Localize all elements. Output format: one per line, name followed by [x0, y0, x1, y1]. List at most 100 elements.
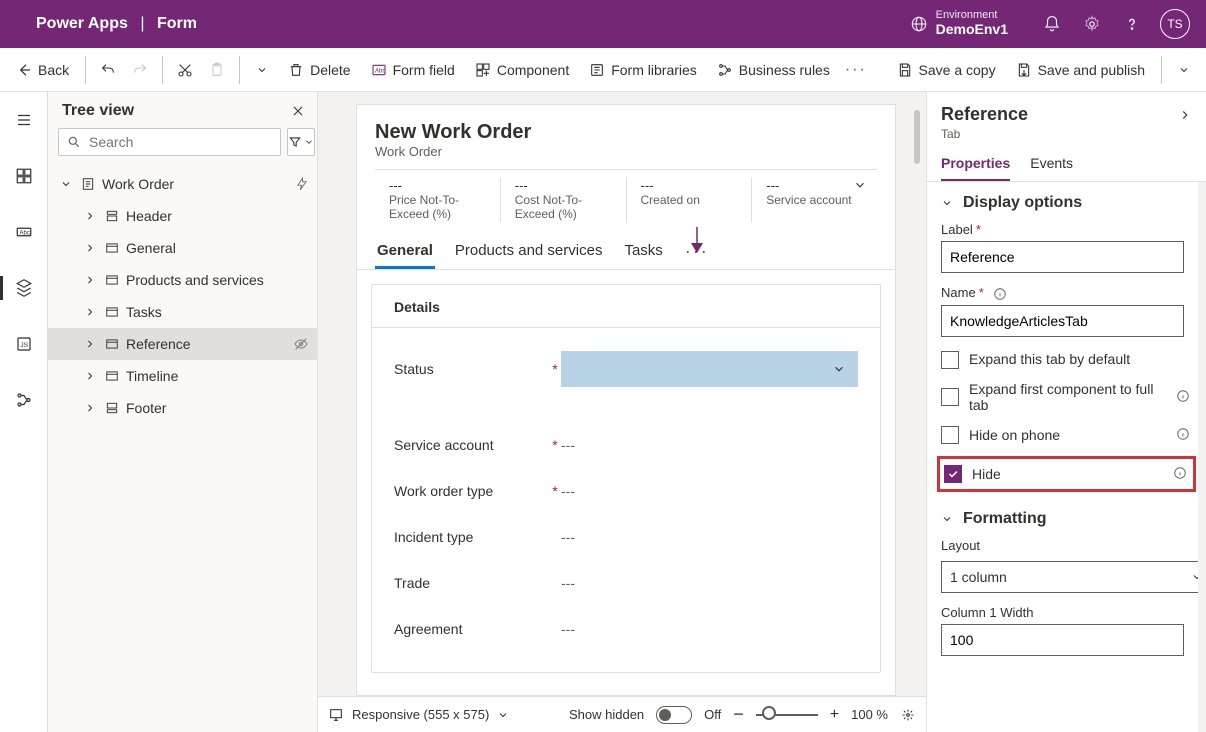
redo-button[interactable]	[126, 56, 154, 84]
delete-button[interactable]: Delete	[280, 58, 358, 82]
filter-button[interactable]	[287, 128, 315, 156]
filter-icon	[288, 135, 302, 149]
show-hidden-toggle[interactable]	[656, 706, 692, 724]
rail-components-icon[interactable]	[0, 156, 48, 196]
avatar-initials: TS	[1167, 17, 1182, 31]
rail-rules-icon[interactable]	[0, 380, 48, 420]
chevron-down-icon[interactable]	[248, 56, 276, 84]
rail-hamburger-icon[interactable]	[0, 100, 48, 140]
avatar[interactable]: TS	[1160, 9, 1190, 39]
back-button[interactable]: Back	[8, 58, 77, 82]
form-subtitle: Work Order	[375, 144, 877, 159]
tab-events[interactable]: Events	[1030, 147, 1073, 181]
search-icon	[67, 135, 81, 149]
layout-select[interactable]: 1 column	[941, 561, 1206, 593]
checkbox-expand-full[interactable]: Expand first component to full tab	[927, 375, 1206, 421]
responsive-picker[interactable]: Responsive (555 x 575)	[328, 707, 509, 723]
globe-icon	[910, 15, 928, 33]
chevron-right-icon	[82, 272, 98, 288]
section-display-options[interactable]: Display options	[927, 182, 1206, 218]
bell-icon[interactable]	[1032, 0, 1072, 48]
checkbox-expand-default[interactable]: Expand this tab by default	[927, 345, 1206, 375]
tab-products[interactable]: Products and services	[453, 234, 605, 269]
chevron-right-icon[interactable]	[1178, 108, 1192, 122]
field-label: Status	[394, 361, 549, 377]
component-button[interactable]: Component	[467, 58, 577, 82]
save-copy-button[interactable]: Save a copy	[889, 58, 1004, 82]
save-chevron-icon[interactable]	[1170, 56, 1198, 84]
rail-js-icon[interactable]: JS	[0, 324, 48, 364]
help-icon[interactable]	[1112, 0, 1152, 48]
name-field-label: Name	[941, 285, 976, 300]
zoom-out-button[interactable]: −	[733, 704, 744, 725]
form-libraries-button[interactable]: Form libraries	[581, 58, 705, 82]
form-field-button[interactable]: Abc Form field	[363, 58, 463, 82]
tree-node-tasks[interactable]: Tasks	[48, 296, 317, 328]
hidden-icon	[293, 336, 309, 352]
field-agreement[interactable]: Agreement ---	[394, 606, 858, 652]
field-service-account[interactable]: Service account * ---	[394, 422, 858, 468]
brand-name: Power Apps	[36, 15, 128, 32]
component-label: Component	[497, 62, 569, 78]
tab-icon	[104, 336, 120, 352]
overflow-icon[interactable]: ···	[842, 56, 870, 84]
zoom-slider[interactable]	[756, 714, 818, 716]
rail-field-icon[interactable]: Abc	[0, 212, 48, 252]
label-input[interactable]	[941, 241, 1184, 273]
tree-node-general[interactable]: General	[48, 232, 317, 264]
field-value: ---	[561, 437, 858, 453]
info-icon[interactable]	[1176, 389, 1192, 405]
label-field-label: Label	[941, 222, 973, 237]
cut-button[interactable]	[171, 56, 199, 84]
field-incident-type[interactable]: Incident type ---	[394, 514, 858, 560]
gear-icon[interactable]	[1072, 0, 1112, 48]
undo-button[interactable]	[94, 56, 122, 84]
waffle-icon[interactable]	[8, 14, 32, 34]
tree-node-products[interactable]: Products and services	[48, 264, 317, 296]
tab-general[interactable]: General	[375, 234, 435, 269]
field-status[interactable]: Status *	[394, 346, 858, 392]
summary-value: ---	[641, 178, 738, 193]
fit-icon[interactable]	[900, 707, 916, 723]
env-label: Environment	[936, 10, 1008, 21]
business-rules-button[interactable]: Business rules	[709, 58, 838, 82]
tree-node-work-order[interactable]: Work Order	[48, 168, 317, 200]
tree-node-reference[interactable]: Reference	[48, 328, 317, 360]
tab-tasks[interactable]: Tasks	[622, 234, 664, 269]
status-dropdown[interactable]	[561, 351, 858, 387]
tab-properties[interactable]: Properties	[941, 147, 1010, 181]
tree-node-timeline[interactable]: Timeline	[48, 360, 317, 392]
back-label: Back	[38, 62, 69, 78]
field-work-order-type[interactable]: Work order type * ---	[394, 468, 858, 514]
paste-button[interactable]	[203, 56, 231, 84]
search-input[interactable]	[58, 128, 281, 156]
form-tabs: General Products and services Tasks ···	[357, 230, 895, 270]
scrollbar-track[interactable]	[1198, 182, 1206, 732]
name-input[interactable]	[941, 305, 1184, 337]
info-icon[interactable]	[1176, 427, 1192, 443]
tree-node-footer[interactable]: Footer	[48, 392, 317, 424]
tab-icon	[104, 304, 120, 320]
tab-overflow[interactable]: ···	[683, 241, 711, 262]
chevron-down-icon[interactable]	[853, 178, 867, 192]
scrollbar-thumb[interactable]	[914, 110, 920, 164]
zoom-in-button[interactable]: +	[830, 706, 839, 724]
summary-label: Created on	[641, 193, 738, 207]
lightning-icon[interactable]	[295, 177, 309, 191]
close-icon[interactable]	[291, 104, 305, 118]
tree-node-header[interactable]: Header	[48, 200, 317, 232]
save-publish-button[interactable]: Save and publish	[1008, 58, 1153, 82]
checkbox-label: Hide on phone	[969, 427, 1166, 444]
environment-picker[interactable]: Environment DemoEnv1	[910, 10, 1008, 38]
colwidth-input[interactable]	[941, 624, 1184, 656]
rail-tree-icon[interactable]	[0, 268, 48, 308]
checkbox-hide[interactable]: Hide	[944, 465, 1189, 483]
field-value: ---	[561, 529, 858, 545]
section-formatting[interactable]: Formatting	[927, 498, 1206, 534]
search-field[interactable]	[87, 133, 272, 151]
checkbox-hide-phone[interactable]: Hide on phone	[927, 420, 1206, 450]
field-trade[interactable]: Trade ---	[394, 560, 858, 606]
info-icon[interactable]	[993, 287, 1007, 301]
layout-label: Layout	[941, 538, 980, 553]
info-icon[interactable]	[1173, 466, 1189, 482]
